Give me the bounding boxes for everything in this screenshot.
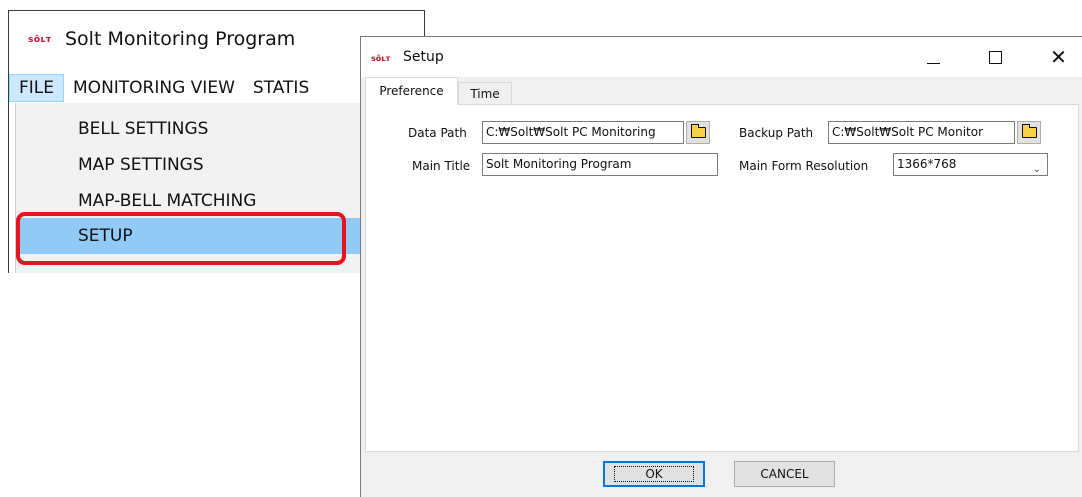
- chevron-down-icon: ⌄: [1032, 164, 1041, 175]
- preference-tab-page: Data Path C:₩Solt₩Solt PC Monitoring Bac…: [365, 104, 1079, 452]
- folder-icon: [690, 124, 706, 138]
- resolution-label: Main Form Resolution: [739, 159, 869, 173]
- main-title-label: Main Title: [412, 159, 471, 173]
- resolution-select[interactable]: 1366*768 ⌄: [893, 153, 1048, 176]
- cancel-button[interactable]: CANCEL: [734, 461, 835, 487]
- data-path-input[interactable]: C:₩Solt₩Solt PC Monitoring: [482, 121, 684, 144]
- ok-label: OK: [614, 466, 694, 482]
- folder-icon: [1021, 124, 1037, 138]
- dialog-title-bar: sôʟт Setup ✕: [361, 37, 1082, 77]
- close-icon: ✕: [1050, 45, 1067, 69]
- solt-logo: sôʟт: [28, 35, 52, 45]
- backup-path-label: Backup Path: [739, 126, 814, 140]
- maximize-button[interactable]: [973, 37, 1018, 77]
- maximize-icon: [989, 50, 1002, 64]
- tab-preference[interactable]: Preference: [365, 77, 458, 105]
- main-window-title: Solt Monitoring Program: [65, 28, 296, 50]
- close-button[interactable]: ✕: [1036, 37, 1081, 77]
- menu-statistics[interactable]: STATIS: [244, 74, 318, 102]
- menu-monitoring-view[interactable]: MONITORING VIEW: [64, 74, 244, 102]
- ok-button[interactable]: OK: [603, 461, 705, 487]
- minimize-icon: [927, 62, 940, 64]
- setup-dialog: sôʟт Setup ✕ Preference Time Data Path C…: [360, 36, 1082, 497]
- backup-path-browse-button[interactable]: [1017, 121, 1041, 144]
- dialog-title: Setup: [403, 49, 444, 65]
- data-path-label: Data Path: [408, 126, 467, 140]
- backup-path-input[interactable]: C:₩Solt₩Solt PC Monitor: [828, 121, 1015, 144]
- minimize-button[interactable]: [911, 37, 956, 77]
- solt-logo-small: sôʟт: [371, 54, 391, 63]
- tab-time[interactable]: Time: [458, 82, 512, 105]
- main-title-input[interactable]: Solt Monitoring Program: [482, 153, 718, 176]
- setup-highlight-annotation: [16, 212, 346, 265]
- resolution-value: 1366*768: [897, 157, 957, 171]
- menu-file[interactable]: FILE: [9, 74, 65, 102]
- data-path-browse-button[interactable]: [686, 121, 710, 144]
